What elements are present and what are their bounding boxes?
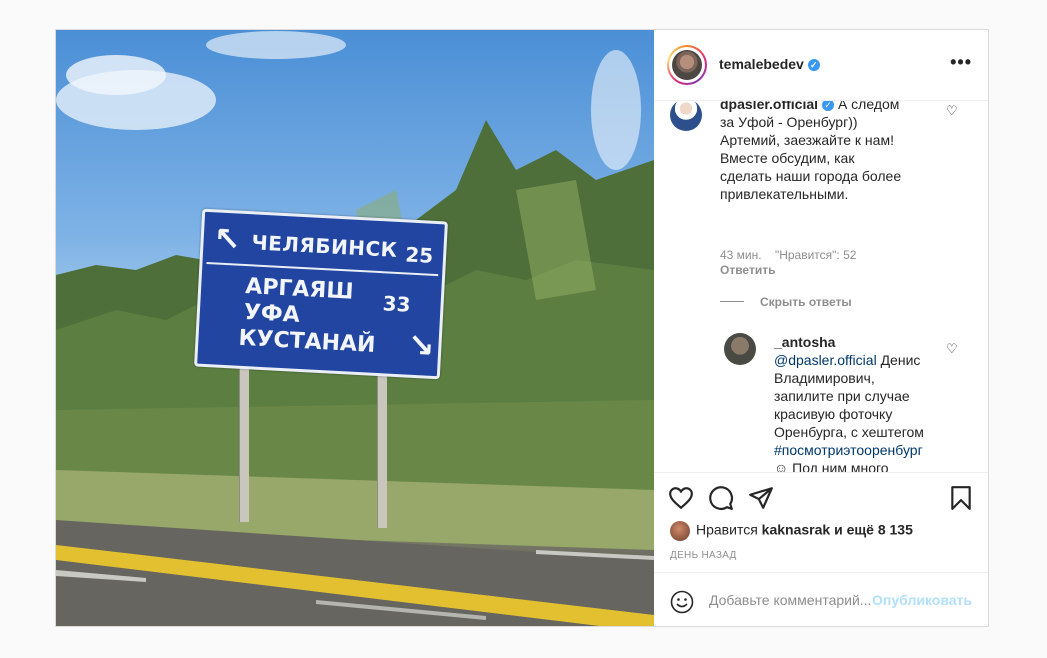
sign-city-kustanay: КУСТАНАЙ [237, 325, 377, 358]
commenter-avatar[interactable] [670, 101, 702, 131]
road-sign-top-row: ↖ ЧЕЛЯБИНСК 25 [206, 216, 441, 277]
arrow-down-right-icon: ↘ [406, 325, 436, 365]
post-header: temalebedev ✓ ••• [654, 30, 988, 101]
add-comment-bar: Добавьте комментарий... Опубликовать [654, 572, 988, 626]
reply-mention[interactable]: @dpasler.official [774, 352, 877, 368]
likes-count[interactable]: и ещё 8 135 [834, 522, 913, 538]
comment-text: dpasler.official ✓ А следом за Уфой - Оре… [720, 101, 910, 203]
sign-city-chelyabinsk: ЧЕЛЯБИНСК [250, 230, 399, 262]
author-avatar[interactable] [667, 45, 707, 85]
post-photo[interactable]: ↖ ЧЕЛЯБИНСК 25 АРГАЯШ 33 УФА КУСТАНАЙ ↘ [56, 30, 654, 626]
post-actions: Нравится kaknasrak и ещё 8 135 ДЕНЬ НАЗА… [654, 472, 988, 626]
heart-icon[interactable] [668, 485, 694, 511]
reply-body-end: ☺ Под ним много фотографий [774, 460, 889, 472]
hide-replies-divider [720, 301, 744, 302]
arrow-up-left-icon: ↖ [212, 219, 242, 259]
comment-icon[interactable] [708, 485, 734, 511]
comment-meta: 43 мин. "Нравится": 52 [720, 248, 856, 262]
comment-username[interactable]: dpasler.official [720, 101, 818, 112]
emoji-icon[interactable] [670, 590, 694, 614]
instagram-post: ↖ ЧЕЛЯБИНСК 25 АРГАЯШ 33 УФА КУСТАНАЙ ↘ … [55, 29, 989, 627]
reply-text: _antosha @dpasler.official Денис Владими… [774, 333, 934, 472]
post-sidebar: temalebedev ✓ ••• dpasler.official ✓ А сле… [654, 30, 988, 626]
comment-input[interactable]: Добавьте комментарий... [709, 592, 879, 608]
reply-hashtag[interactable]: #посмотриэтооренбург [774, 442, 923, 458]
comments-list[interactable]: dpasler.official ✓ А следом за Уфой - Оре… [654, 101, 988, 472]
sign-distance-2: 33 [382, 291, 412, 317]
reply-like-heart-icon[interactable]: ♡ [946, 341, 958, 357]
reply-avatar[interactable] [724, 333, 756, 365]
bookmark-icon[interactable] [948, 485, 974, 511]
comment-likes[interactable]: "Нравится": 52 [775, 248, 857, 262]
comment-like-heart-icon[interactable]: ♡ [946, 103, 958, 119]
post-date[interactable]: ДЕНЬ НАЗАД [670, 550, 737, 561]
comment-body: А следом за Уфой - Оренбург)) Артемий, з… [720, 101, 902, 202]
sign-pole-left [239, 360, 249, 522]
share-icon[interactable] [748, 485, 774, 511]
verified-badge-icon: ✓ [822, 101, 835, 112]
likes-prefix: Нравится [696, 521, 758, 538]
road-sign: ↖ ЧЕЛЯБИНСК 25 АРГАЯШ 33 УФА КУСТАНАЙ ↘ [194, 208, 448, 380]
comment-time: 43 мин. [720, 248, 762, 262]
author-username-row: temalebedev ✓ [719, 56, 820, 72]
sign-pole-right [377, 370, 387, 528]
sign-city-ufa: УФА [243, 300, 301, 328]
verified-badge-icon: ✓ [807, 59, 820, 72]
more-options-icon[interactable]: ••• [950, 52, 972, 73]
likes-summary: Нравится kaknasrak и ещё 8 135 [670, 521, 913, 541]
author-username[interactable]: temalebedev [719, 56, 804, 72]
likes-user[interactable]: kaknasrak [762, 522, 831, 538]
sign-distance-1: 25 [404, 242, 434, 268]
hide-replies-link[interactable]: Скрыть ответы [760, 295, 852, 309]
liker-avatar[interactable] [670, 521, 690, 541]
reply-link[interactable]: Ответить [720, 263, 775, 277]
publish-button[interactable]: Опубликовать [872, 592, 972, 608]
reply-username[interactable]: _antosha [774, 334, 835, 350]
